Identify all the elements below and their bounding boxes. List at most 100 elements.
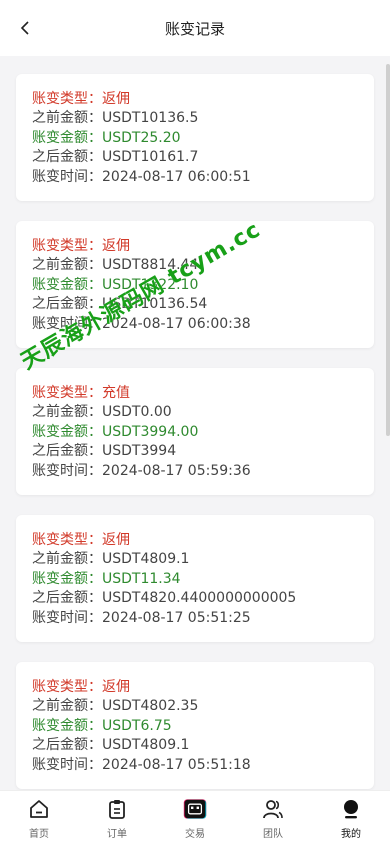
time-label: 账变时间： bbox=[32, 315, 102, 332]
type-label: 账变类型： bbox=[32, 91, 102, 107]
record-card: 账变类型：返佣 之前金额：USDT10136.5 账变金额：USDT25.20 … bbox=[16, 74, 374, 201]
page-title: 账变记录 bbox=[164, 19, 225, 38]
change-value: USDT25.20 bbox=[102, 129, 181, 146]
after-label: 之后金额： bbox=[32, 149, 102, 166]
time-row: 账变时间：2024-08-17 05:51:25 bbox=[32, 609, 374, 628]
type-value: 返佣 bbox=[102, 532, 130, 548]
change-label: 账变金额： bbox=[32, 717, 102, 734]
change-value: USDT3994.00 bbox=[102, 423, 199, 440]
time-label: 账变时间： bbox=[32, 168, 102, 185]
type-row: 账变类型：返佣 bbox=[32, 678, 374, 697]
before-row: 之前金额：USDT8814.44 bbox=[32, 256, 374, 275]
before-label: 之前金额： bbox=[32, 698, 102, 715]
before-row: 之前金额：USDT0.00 bbox=[32, 403, 374, 422]
after-row: 之后金额：USDT4820.4400000000005 bbox=[32, 589, 374, 608]
before-label: 之前金额： bbox=[32, 110, 102, 127]
after-label: 之后金额： bbox=[32, 590, 102, 607]
scrollbar[interactable] bbox=[386, 64, 390, 436]
change-row: 账变金额：USDT11.34 bbox=[32, 570, 374, 589]
tab-home-label: 首页 bbox=[29, 829, 49, 840]
before-value: USDT4802.35 bbox=[102, 698, 199, 715]
tab-trade[interactable]: 交易 bbox=[156, 791, 234, 844]
change-row: 账变金额：USDT3994.00 bbox=[32, 423, 374, 442]
time-value: 2024-08-17 05:51:18 bbox=[102, 756, 251, 773]
before-value: USDT10136.5 bbox=[102, 110, 199, 127]
before-row: 之前金额：USDT4802.35 bbox=[32, 697, 374, 716]
change-label: 账变金额： bbox=[32, 129, 102, 146]
robot-icon bbox=[183, 797, 207, 821]
change-label: 账变金额： bbox=[32, 570, 102, 587]
type-row: 账变类型：充值 bbox=[32, 384, 374, 403]
tab-home[interactable]: 首页 bbox=[0, 791, 78, 844]
before-label: 之前金额： bbox=[32, 404, 102, 421]
tab-orders-label: 订单 bbox=[107, 829, 127, 840]
before-value: USDT8814.44 bbox=[102, 257, 199, 274]
tab-mine-label: 我的 bbox=[341, 829, 361, 840]
time-row: 账变时间：2024-08-17 06:00:38 bbox=[32, 315, 374, 334]
home-icon bbox=[27, 797, 51, 821]
after-label: 之后金额： bbox=[32, 737, 102, 754]
change-value: USDT11.34 bbox=[102, 570, 181, 587]
after-row: 之后金额：USDT4809.1 bbox=[32, 736, 374, 755]
before-row: 之前金额：USDT4809.1 bbox=[32, 550, 374, 569]
before-label: 之前金额： bbox=[32, 257, 102, 274]
bottom-tab-bar: 首页 订单 交易 团队 我的 bbox=[0, 790, 390, 844]
time-value: 2024-08-17 06:00:51 bbox=[102, 168, 251, 185]
change-value: USDT1322.10 bbox=[102, 276, 199, 293]
record-card: 账变类型：充值 之前金额：USDT0.00 账变金额：USDT3994.00 之… bbox=[16, 368, 374, 495]
type-value: 返佣 bbox=[102, 679, 130, 695]
change-row: 账变金额：USDT1322.10 bbox=[32, 276, 374, 295]
after-row: 之后金额：USDT10136.54 bbox=[32, 295, 374, 314]
time-value: 2024-08-17 06:00:38 bbox=[102, 315, 251, 332]
after-value: USDT3994 bbox=[102, 443, 177, 460]
after-label: 之后金额： bbox=[32, 296, 102, 313]
time-row: 账变时间：2024-08-17 06:00:51 bbox=[32, 168, 374, 187]
type-value: 返佣 bbox=[102, 238, 130, 254]
record-list[interactable]: 账变类型：返佣 之前金额：USDT10136.5 账变金额：USDT25.20 … bbox=[0, 56, 390, 790]
type-value: 充值 bbox=[102, 385, 130, 401]
change-label: 账变金额： bbox=[32, 276, 102, 293]
before-row: 之前金额：USDT10136.5 bbox=[32, 109, 374, 128]
type-row: 账变类型：返佣 bbox=[32, 531, 374, 550]
back-button[interactable] bbox=[12, 14, 40, 42]
time-row: 账变时间：2024-08-17 05:51:18 bbox=[32, 756, 374, 775]
type-label: 账变类型： bbox=[32, 532, 102, 548]
time-label: 账变时间： bbox=[32, 462, 102, 479]
tab-mine[interactable]: 我的 bbox=[312, 791, 390, 844]
time-label: 账变时间： bbox=[32, 756, 102, 773]
after-value: USDT10136.54 bbox=[102, 296, 208, 313]
record-card: 账变类型：返佣 之前金额：USDT4802.35 账变金额：USDT6.75 之… bbox=[16, 662, 374, 789]
tab-trade-label: 交易 bbox=[185, 829, 205, 840]
after-label: 之后金额： bbox=[32, 443, 102, 460]
change-value: USDT6.75 bbox=[102, 717, 172, 734]
record-card: 账变类型：返佣 之前金额：USDT8814.44 账变金额：USDT1322.1… bbox=[16, 221, 374, 348]
time-value: 2024-08-17 05:51:25 bbox=[102, 609, 251, 626]
time-row: 账变时间：2024-08-17 05:59:36 bbox=[32, 462, 374, 481]
tab-team[interactable]: 团队 bbox=[234, 791, 312, 844]
after-value: USDT4809.1 bbox=[102, 737, 190, 754]
user-icon bbox=[339, 797, 363, 821]
before-value: USDT0.00 bbox=[102, 404, 172, 421]
type-label: 账变类型： bbox=[32, 238, 102, 254]
after-row: 之后金额：USDT3994 bbox=[32, 442, 374, 461]
before-value: USDT4809.1 bbox=[102, 551, 190, 568]
team-icon bbox=[261, 797, 285, 821]
chevron-left-icon bbox=[20, 21, 29, 35]
after-row: 之后金额：USDT10161.7 bbox=[32, 148, 374, 167]
type-row: 账变类型：返佣 bbox=[32, 90, 374, 109]
type-label: 账变类型： bbox=[32, 679, 102, 695]
top-bar: 账变记录 bbox=[0, 0, 390, 56]
tab-orders[interactable]: 订单 bbox=[78, 791, 156, 844]
before-label: 之前金额： bbox=[32, 551, 102, 568]
type-row: 账变类型：返佣 bbox=[32, 237, 374, 256]
tab-team-label: 团队 bbox=[263, 829, 283, 840]
change-label: 账变金额： bbox=[32, 423, 102, 440]
change-row: 账变金额：USDT6.75 bbox=[32, 717, 374, 736]
after-value: USDT10161.7 bbox=[102, 149, 199, 166]
time-value: 2024-08-17 05:59:36 bbox=[102, 462, 251, 479]
type-value: 返佣 bbox=[102, 91, 130, 107]
time-label: 账变时间： bbox=[32, 609, 102, 626]
change-row: 账变金额：USDT25.20 bbox=[32, 129, 374, 148]
record-card: 账变类型：返佣 之前金额：USDT4809.1 账变金额：USDT11.34 之… bbox=[16, 515, 374, 642]
type-label: 账变类型： bbox=[32, 385, 102, 401]
